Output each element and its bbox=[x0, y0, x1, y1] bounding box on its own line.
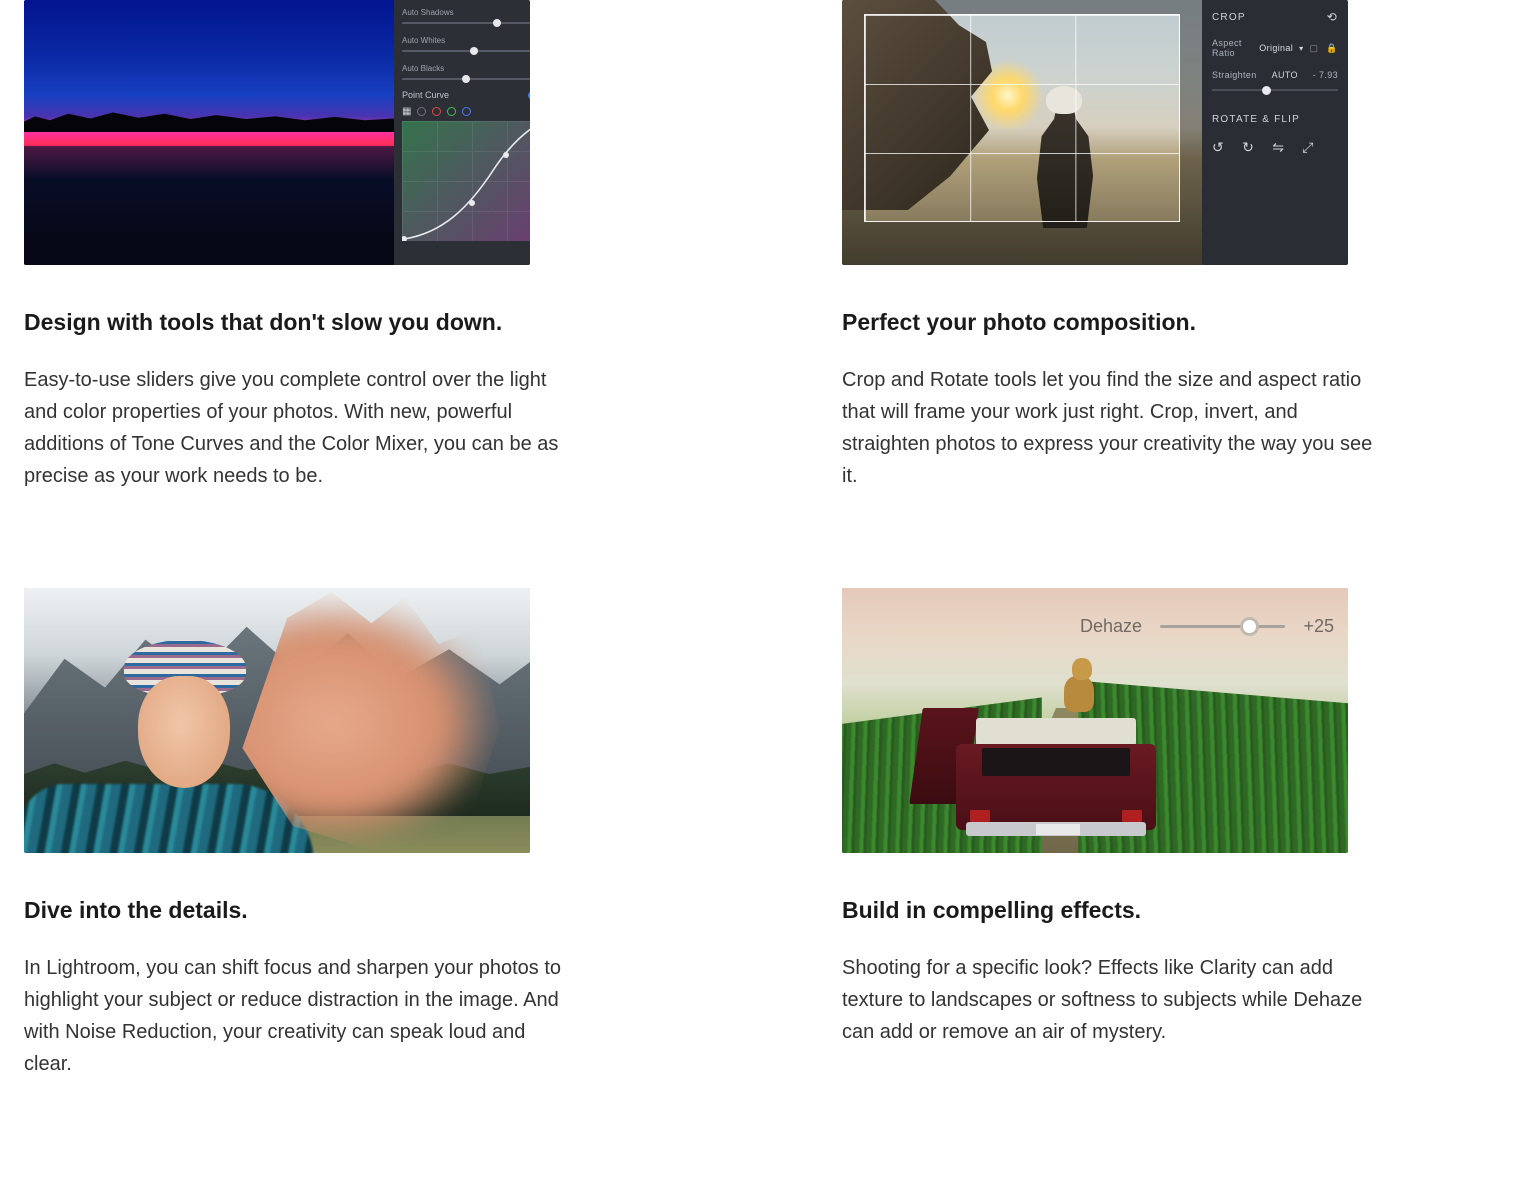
crop-dim bbox=[1180, 0, 1202, 265]
panel-heading: CROP bbox=[1212, 12, 1246, 23]
lock-icon[interactable]: 🔒 bbox=[1326, 43, 1338, 54]
slider-label: Auto Blacks bbox=[402, 64, 444, 73]
straighten-value: - 7.93 bbox=[1313, 70, 1338, 80]
slider-label: Auto Shadows bbox=[402, 8, 454, 17]
dehaze-slider-overlay: Dehaze +25 bbox=[1080, 606, 1334, 646]
section-label: Point Curve bbox=[402, 90, 449, 100]
card-body: Crop and Rotate tools let you find the s… bbox=[842, 364, 1382, 492]
tail-light bbox=[1122, 810, 1142, 822]
sweater-sleeve bbox=[24, 784, 314, 853]
straighten-slider[interactable] bbox=[1212, 84, 1338, 96]
card-title: Design with tools that don't slow you do… bbox=[24, 309, 674, 336]
curve-grid[interactable] bbox=[402, 121, 530, 241]
card-body: Shooting for a specific look? Effects li… bbox=[842, 952, 1382, 1048]
crop-frame-icon[interactable]: ▢ bbox=[1310, 43, 1319, 54]
auto-label[interactable]: AUTO bbox=[1272, 70, 1298, 80]
rotate-left-icon[interactable]: ↺ bbox=[1212, 139, 1224, 156]
feature-card-composition: CROP ⟲ Aspect Ratio Original ▾ ▢ 🔒 Strai… bbox=[842, 0, 1492, 492]
straighten-label: Straighten bbox=[1212, 70, 1257, 80]
reset-icon[interactable]: ⟲ bbox=[1327, 10, 1338, 24]
flip-horizontal-icon[interactable]: ⇋ bbox=[1272, 139, 1284, 156]
crop-dim bbox=[864, 222, 1180, 265]
feature-card-design: Auto Shadows0 Auto Whites0 Auto Blacks0 … bbox=[24, 0, 674, 492]
feature-card-details: Dive into the details. In Lightroom, you… bbox=[24, 588, 674, 1080]
slider[interactable] bbox=[402, 46, 530, 56]
card-body: Easy-to-use sliders give you complete co… bbox=[24, 364, 564, 492]
channel-picker[interactable]: ▦ bbox=[402, 106, 530, 117]
rotate-right-icon[interactable]: ↻ bbox=[1242, 139, 1254, 156]
toggle-icon[interactable] bbox=[528, 91, 530, 100]
aspect-value[interactable]: Original bbox=[1259, 43, 1293, 53]
face bbox=[138, 676, 230, 788]
thumbnail-dehaze: Dehaze +25 bbox=[842, 588, 1348, 853]
channel-dot[interactable] bbox=[462, 107, 471, 116]
tone-curve[interactable] bbox=[402, 121, 530, 241]
dehaze-slider[interactable] bbox=[1160, 625, 1285, 628]
aspect-label: Aspect Ratio bbox=[1212, 38, 1253, 58]
dehaze-value: +25 bbox=[1303, 616, 1334, 637]
dog-on-roof bbox=[1056, 658, 1102, 720]
thumbnail-portrait bbox=[24, 588, 530, 853]
car-window bbox=[982, 748, 1130, 776]
tail-light bbox=[970, 810, 990, 822]
card-title: Dive into the details. bbox=[24, 897, 674, 924]
grid-icon[interactable]: ▦ bbox=[402, 106, 411, 117]
slider-label: Auto Whites bbox=[402, 36, 445, 45]
slider[interactable] bbox=[402, 18, 530, 28]
channel-dot[interactable] bbox=[432, 107, 441, 116]
channel-dot[interactable] bbox=[417, 107, 426, 116]
car-roof bbox=[976, 718, 1136, 746]
panel-subheading: ROTATE & FLIP bbox=[1212, 114, 1338, 125]
license-plate bbox=[1036, 824, 1080, 835]
card-body: In Lightroom, you can shift focus and sh… bbox=[24, 952, 564, 1080]
dehaze-label: Dehaze bbox=[1080, 616, 1142, 637]
card-title: Build in compelling effects. bbox=[842, 897, 1492, 924]
slider[interactable] bbox=[402, 74, 530, 84]
vintage-car bbox=[956, 718, 1156, 848]
feature-card-effects: Dehaze +25 Build in compelling effects. … bbox=[842, 588, 1492, 1080]
thumbnail-sliders: Auto Shadows0 Auto Whites0 Auto Blacks0 … bbox=[24, 0, 530, 265]
chevron-down-icon[interactable]: ▾ bbox=[1299, 44, 1303, 53]
channel-dot[interactable] bbox=[447, 107, 456, 116]
edit-panel: Auto Shadows0 Auto Whites0 Auto Blacks0 … bbox=[394, 0, 530, 265]
thumbnail-crop: CROP ⟲ Aspect Ratio Original ▾ ▢ 🔒 Strai… bbox=[842, 0, 1348, 265]
crop-overlay[interactable] bbox=[864, 14, 1180, 222]
card-title: Perfect your photo composition. bbox=[842, 309, 1492, 336]
water-reflection bbox=[24, 146, 394, 265]
crop-panel: CROP ⟲ Aspect Ratio Original ▾ ▢ 🔒 Strai… bbox=[1202, 0, 1348, 265]
flip-vertical-icon[interactable]: ⤢ bbox=[1302, 139, 1314, 156]
